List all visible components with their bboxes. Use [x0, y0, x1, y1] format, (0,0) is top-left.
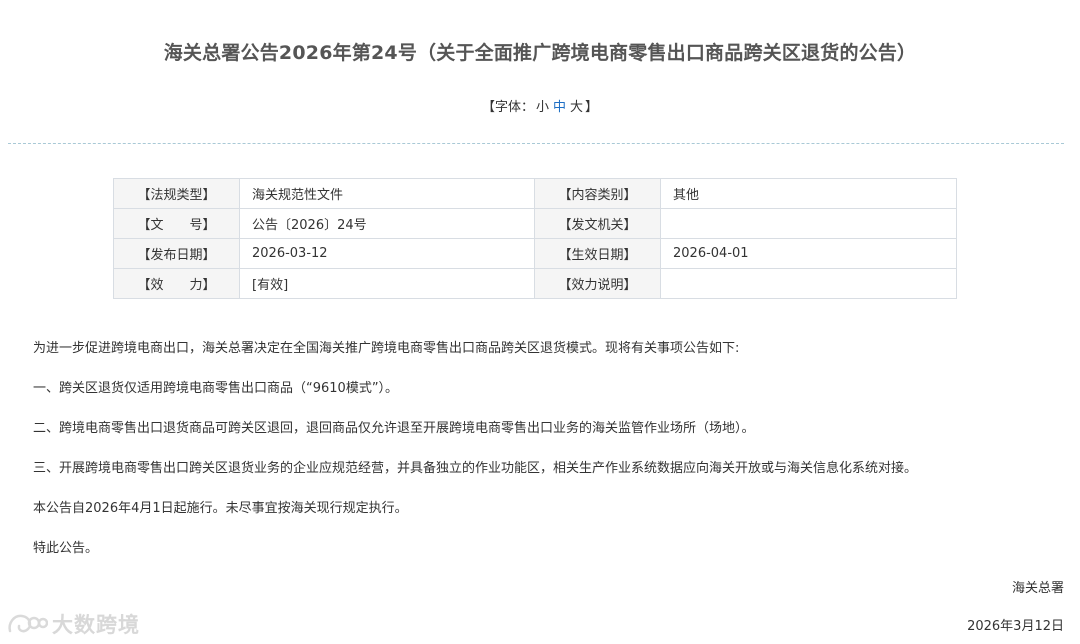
value-validity-note [660, 268, 957, 299]
value-content-category: 其他 [660, 178, 957, 209]
label-publish-date: 【发布日期】 [113, 238, 240, 269]
label-validity: 【效 力】 [113, 268, 240, 299]
body-intro-paragraph: 为进一步促进跨境电商出口，海关总署决定在全国海关推广跨境电商零售出口商品跨关区退… [33, 341, 740, 356]
header-divider [8, 143, 1064, 144]
value-regulation-type: 海关规范性文件 [239, 178, 535, 209]
body-item-3: 三、开展跨境电商零售出口跨关区退货业务的企业应规范经营，并具备独立的作业功能区，… [33, 461, 918, 476]
font-size-medium-option[interactable]: 中 [553, 100, 566, 115]
label-issuing-authority: 【发文机关】 [534, 208, 661, 239]
body-closing: 特此公告。 [33, 541, 99, 556]
font-size-selector: 【字体：小中大】 [0, 96, 1080, 115]
table-row: 【法规类型】 海关规范性文件 【内容类别】 其他 [113, 178, 957, 209]
value-validity: [有效] [239, 268, 535, 299]
font-size-prefix: 【字体： [481, 100, 534, 115]
label-effective-date: 【生效日期】 [534, 238, 661, 269]
value-publish-date: 2026-03-12 [239, 238, 535, 269]
signature-date: 2026年3月12日 [967, 619, 1064, 634]
label-document-number: 【文 号】 [113, 208, 240, 239]
table-row: 【文 号】 公告〔2026〕24号 【发文机关】 [113, 208, 957, 239]
table-row: 【效 力】 [有效] 【效力说明】 [113, 268, 957, 299]
body-item-1: 一、跨关区退货仅适用跨境电商零售出口商品（“9610模式”）。 [33, 381, 399, 396]
font-size-large-option[interactable]: 大 [570, 100, 583, 115]
watermark-icon [8, 614, 48, 633]
font-size-suffix: 】 [585, 100, 599, 115]
value-effective-date: 2026-04-01 [660, 238, 957, 269]
watermark-text: 大数跨境 [52, 613, 140, 637]
signature-org: 海关总署 [1011, 581, 1064, 596]
table-row: 【发布日期】 2026-03-12 【生效日期】 2026-04-01 [113, 238, 957, 269]
body-item-2: 二、跨境电商零售出口退货商品可跨关区退回，退回商品仅允许退至开展跨境电商零售出口… [33, 421, 755, 436]
label-validity-note: 【效力说明】 [534, 268, 661, 299]
label-content-category: 【内容类别】 [534, 178, 661, 209]
page-title: 海关总署公告2026年第24号（关于全面推广跨境电商零售出口商品跨关区退货的公告… [163, 42, 917, 64]
metadata-table: 【法规类型】 海关规范性文件 【内容类别】 其他 【文 号】 公告〔2026〕2… [113, 178, 957, 299]
font-size-small-option[interactable]: 小 [536, 100, 549, 115]
value-document-number: 公告〔2026〕24号 [239, 208, 535, 239]
label-regulation-type: 【法规类型】 [113, 178, 240, 209]
body-effective-paragraph: 本公告自2026年4月1日起施行。未尽事宜按海关现行规定执行。 [33, 501, 408, 516]
watermark-logo: 大数跨境 [6, 610, 140, 638]
value-issuing-authority [660, 208, 957, 239]
